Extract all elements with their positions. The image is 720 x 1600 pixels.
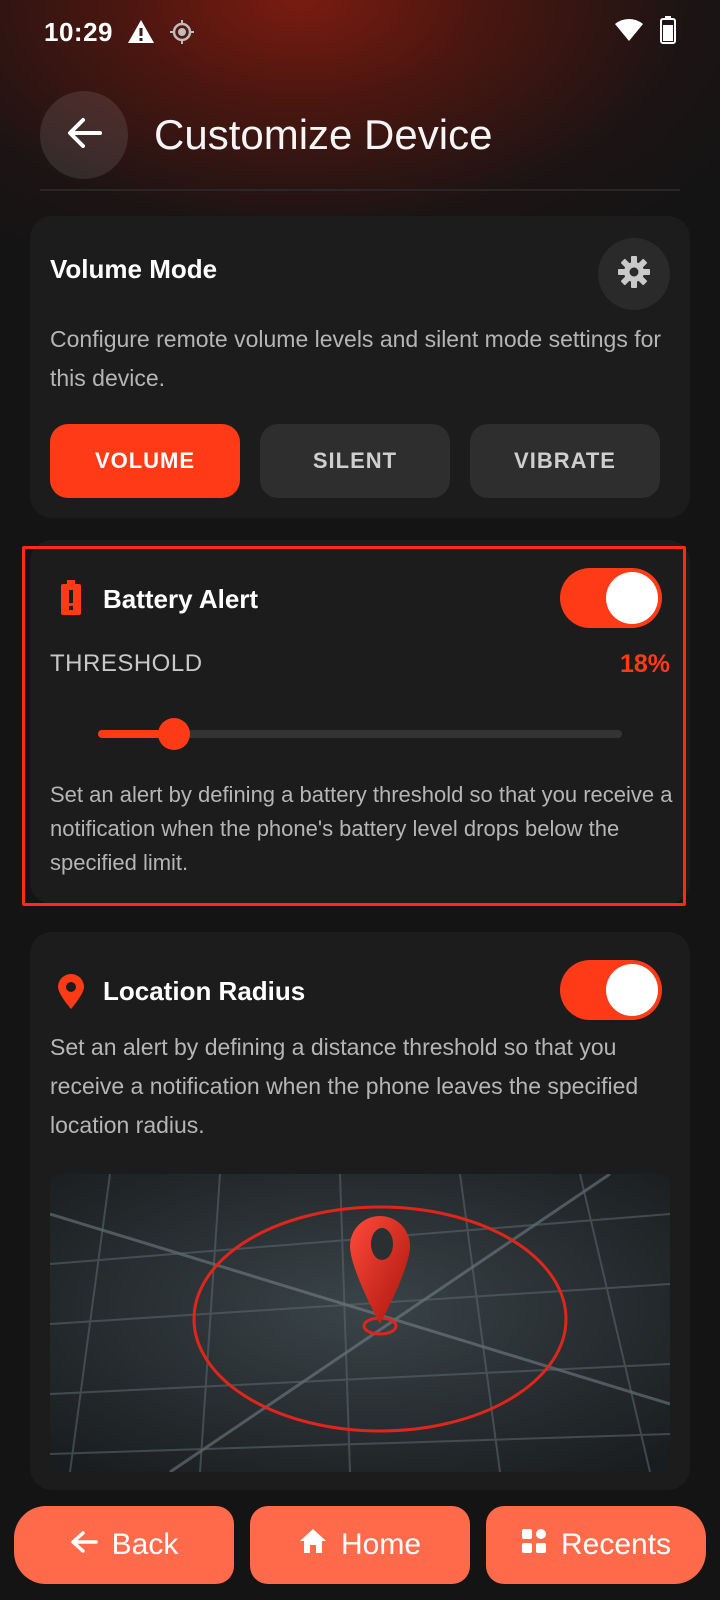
header: Customize Device <box>40 91 493 179</box>
battery-alert-description: Set an alert by defining a battery thres… <box>50 782 673 875</box>
nav-recents-button[interactable]: Recents <box>486 1506 706 1584</box>
battery-icon <box>660 15 676 49</box>
page-title: Customize Device <box>154 111 493 158</box>
battery-alert-card: Battery Alert THRESHOLD 18% Set an alert… <box>30 540 690 904</box>
location-radius-title: Location Radius <box>103 976 306 1006</box>
location-radius-card: Location Radius Set an alert by defining… <box>30 932 690 1490</box>
volume-mode-card: Volume Mode Configure remote volume leve… <box>30 216 690 518</box>
wifi-icon <box>614 18 644 47</box>
nav-home-button[interactable]: Home <box>250 1506 470 1584</box>
header-divider <box>40 189 680 191</box>
location-radius-description: Set an alert by defining a distance thre… <box>50 1034 639 1138</box>
home-icon <box>299 1528 327 1562</box>
back-button[interactable] <box>40 91 128 179</box>
battery-alert-toggle[interactable] <box>560 568 662 628</box>
gear-icon <box>617 255 651 294</box>
vibrate-mode-button[interactable]: VIBRATE <box>470 424 660 498</box>
location-radius-map <box>50 1174 670 1472</box>
volume-settings-button[interactable] <box>598 238 670 310</box>
silent-mode-button[interactable]: SILENT <box>260 424 450 498</box>
battery-alert-title: Battery Alert <box>103 584 259 614</box>
threshold-slider[interactable] <box>98 718 622 750</box>
arrow-left-icon <box>70 1528 98 1562</box>
volume-mode-description: Configure remote volume levels and silen… <box>50 326 662 391</box>
nav-home-label: Home <box>340 1528 422 1561</box>
grid-icon <box>521 1528 547 1562</box>
nav-recents-label: Recents <box>560 1528 672 1561</box>
toggle-knob <box>606 572 658 624</box>
location-pin-icon <box>56 974 86 1015</box>
slider-thumb[interactable] <box>157 718 190 750</box>
location-radius-toggle[interactable] <box>560 960 662 1020</box>
status-time: 10:29 <box>44 16 113 47</box>
warning-icon <box>127 19 155 45</box>
nav-back-button[interactable]: Back <box>14 1506 234 1584</box>
battery-alert-icon <box>60 580 82 621</box>
arrow-left-icon <box>66 117 102 154</box>
threshold-label: THRESHOLD <box>50 650 203 677</box>
bottom-nav: Back Home Recents <box>0 1506 720 1586</box>
volume-mode-button[interactable]: VOLUME <box>50 424 240 498</box>
toggle-knob <box>606 964 658 1016</box>
volume-mode-title: Volume Mode <box>50 254 218 284</box>
threshold-value: 18% <box>619 650 670 678</box>
status-bar: 10:29 <box>0 0 720 64</box>
location-target-icon <box>169 19 195 45</box>
nav-back-label: Back <box>111 1528 179 1561</box>
